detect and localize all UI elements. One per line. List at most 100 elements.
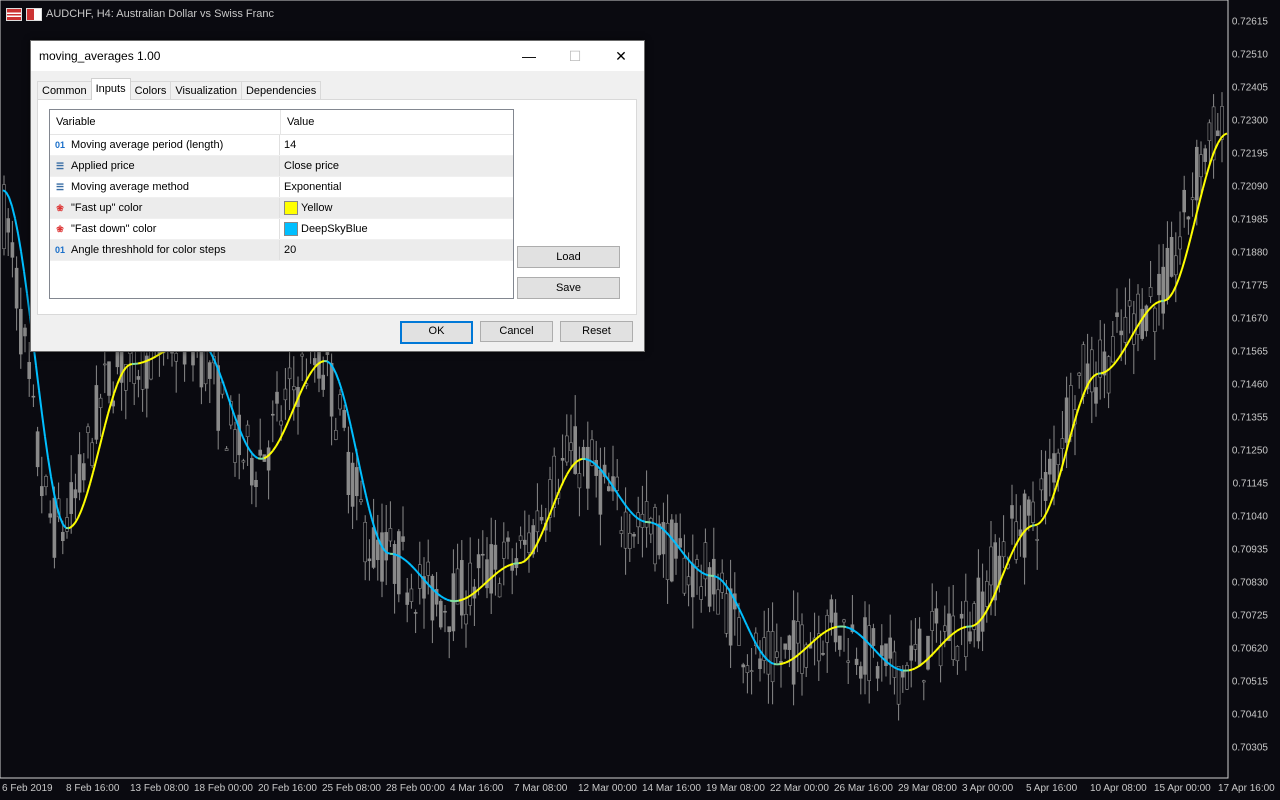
- ma-segment: [50, 476, 55, 494]
- candle-body: [1001, 541, 1006, 558]
- ma-segment: [1175, 277, 1180, 287]
- ma-segment: [476, 587, 481, 592]
- candle-body: [573, 426, 578, 474]
- value-cell[interactable]: Exponential: [280, 177, 342, 197]
- candle-body: [682, 557, 687, 594]
- table-row[interactable]: ❀ "Fast down" color DeepSkyBlue: [50, 219, 513, 240]
- candle-body: [858, 666, 863, 679]
- tab-inputs[interactable]: Inputs: [90, 78, 131, 100]
- candle-body: [913, 644, 918, 650]
- candle-body: [1195, 146, 1199, 201]
- candle-body: [951, 615, 956, 660]
- value-cell[interactable]: DeepSkyBlue: [280, 219, 368, 239]
- ma-segment: [617, 493, 622, 500]
- ok-button[interactable]: OK: [400, 321, 473, 344]
- ma-segment: [1163, 298, 1168, 302]
- ma-segment: [527, 553, 532, 559]
- table-row[interactable]: 01 Angle threshhold for color steps 20: [50, 240, 513, 261]
- candle-body: [1127, 300, 1132, 307]
- candle-body: [686, 576, 691, 586]
- ma-segment: [245, 443, 250, 450]
- header-variable[interactable]: Variable: [50, 110, 281, 134]
- date-tick-label: 22 Mar 00:00: [770, 783, 829, 794]
- value-cell[interactable]: 14: [280, 135, 296, 155]
- candle-body: [384, 532, 389, 561]
- candle-body: [65, 517, 69, 532]
- ma-segment: [713, 575, 718, 578]
- chart-menu-icon[interactable]: [6, 7, 22, 21]
- table-row[interactable]: ☰ Applied price Close price: [50, 156, 513, 177]
- ma-segment: [758, 648, 763, 655]
- ma-segment: [332, 367, 337, 374]
- candle-body: [829, 599, 834, 623]
- cancel-button[interactable]: Cancel: [480, 321, 553, 342]
- dialog-titlebar[interactable]: moving_averages 1.00 — ☐ ✕: [31, 41, 644, 71]
- color-swatch[interactable]: [284, 222, 298, 236]
- ma-segment: [224, 387, 229, 398]
- tab-colors[interactable]: Colors: [129, 81, 172, 100]
- ma-segment: [539, 530, 544, 539]
- candle-body: [728, 588, 733, 646]
- candle-body: [795, 621, 800, 644]
- candle-body: [392, 544, 397, 584]
- ma-segment: [59, 516, 64, 525]
- table-row[interactable]: ☰ Moving average method Exponential: [50, 177, 513, 198]
- ma-segment: [353, 440, 358, 455]
- header-value[interactable]: Value: [281, 110, 314, 134]
- table-row[interactable]: 01 Moving average period (length) 14: [50, 135, 513, 156]
- price-tick-label: 0.70410: [1231, 709, 1268, 721]
- candle-body: [825, 615, 830, 643]
- ma-segment: [359, 468, 364, 483]
- candle-body: [464, 613, 468, 625]
- color-swatch[interactable]: [284, 201, 298, 215]
- ma-segment: [563, 473, 568, 481]
- ma-segment: [1169, 291, 1174, 298]
- ma-segment: [35, 365, 40, 391]
- tab-visualization[interactable]: Visualization: [170, 81, 242, 100]
- candle-body: [31, 395, 36, 398]
- price-tick-label: 0.72090: [1231, 181, 1268, 193]
- tab-common[interactable]: Common: [37, 81, 92, 100]
- candle-body: [52, 497, 57, 558]
- ma-segment: [578, 458, 583, 461]
- close-button[interactable]: ✕: [598, 41, 644, 71]
- candle-body: [493, 544, 498, 570]
- variable-label: "Fast up" color: [71, 202, 143, 214]
- date-tick-label: 13 Feb 08:00: [130, 783, 189, 794]
- table-row[interactable]: ❀ "Fast up" color Yellow: [50, 198, 513, 219]
- candle-body: [90, 442, 94, 466]
- ma-segment: [302, 380, 307, 388]
- ma-segment: [1127, 337, 1132, 344]
- ma-segment: [140, 360, 145, 364]
- ma-segment: [893, 666, 898, 670]
- price-tick-label: 0.72195: [1231, 148, 1268, 160]
- candle-body: [821, 652, 825, 655]
- candle-body: [1098, 339, 1102, 378]
- ma-segment: [686, 557, 691, 563]
- ma-segment: [638, 518, 643, 522]
- value-cell[interactable]: Yellow: [280, 198, 332, 218]
- ma-segment: [320, 360, 325, 363]
- value-cell[interactable]: Close price: [280, 156, 339, 176]
- candle-body: [598, 469, 603, 515]
- load-button[interactable]: Load: [517, 246, 620, 268]
- ma-segment: [566, 468, 571, 475]
- ma-segment: [1079, 395, 1084, 405]
- candle-body: [1094, 387, 1098, 404]
- date-tick-label: 28 Feb 00:00: [386, 783, 445, 794]
- candle-body: [98, 397, 103, 408]
- variable-label: Applied price: [71, 160, 135, 172]
- price-tick-label: 0.71775: [1231, 280, 1268, 292]
- ma-segment: [1181, 258, 1186, 270]
- price-tick-label: 0.71460: [1231, 379, 1268, 391]
- inputs-table: Variable Value 01 Moving average period (…: [49, 109, 514, 299]
- candle-body: [522, 539, 527, 545]
- reset-button[interactable]: Reset: [560, 321, 633, 342]
- ma-segment: [653, 522, 658, 526]
- candle-body: [867, 625, 872, 681]
- value-cell[interactable]: 20: [280, 240, 296, 260]
- candle-body: [300, 353, 305, 357]
- save-button[interactable]: Save: [517, 277, 620, 299]
- tab-dependencies[interactable]: Dependencies: [240, 81, 322, 100]
- minimize-button[interactable]: —: [506, 41, 552, 71]
